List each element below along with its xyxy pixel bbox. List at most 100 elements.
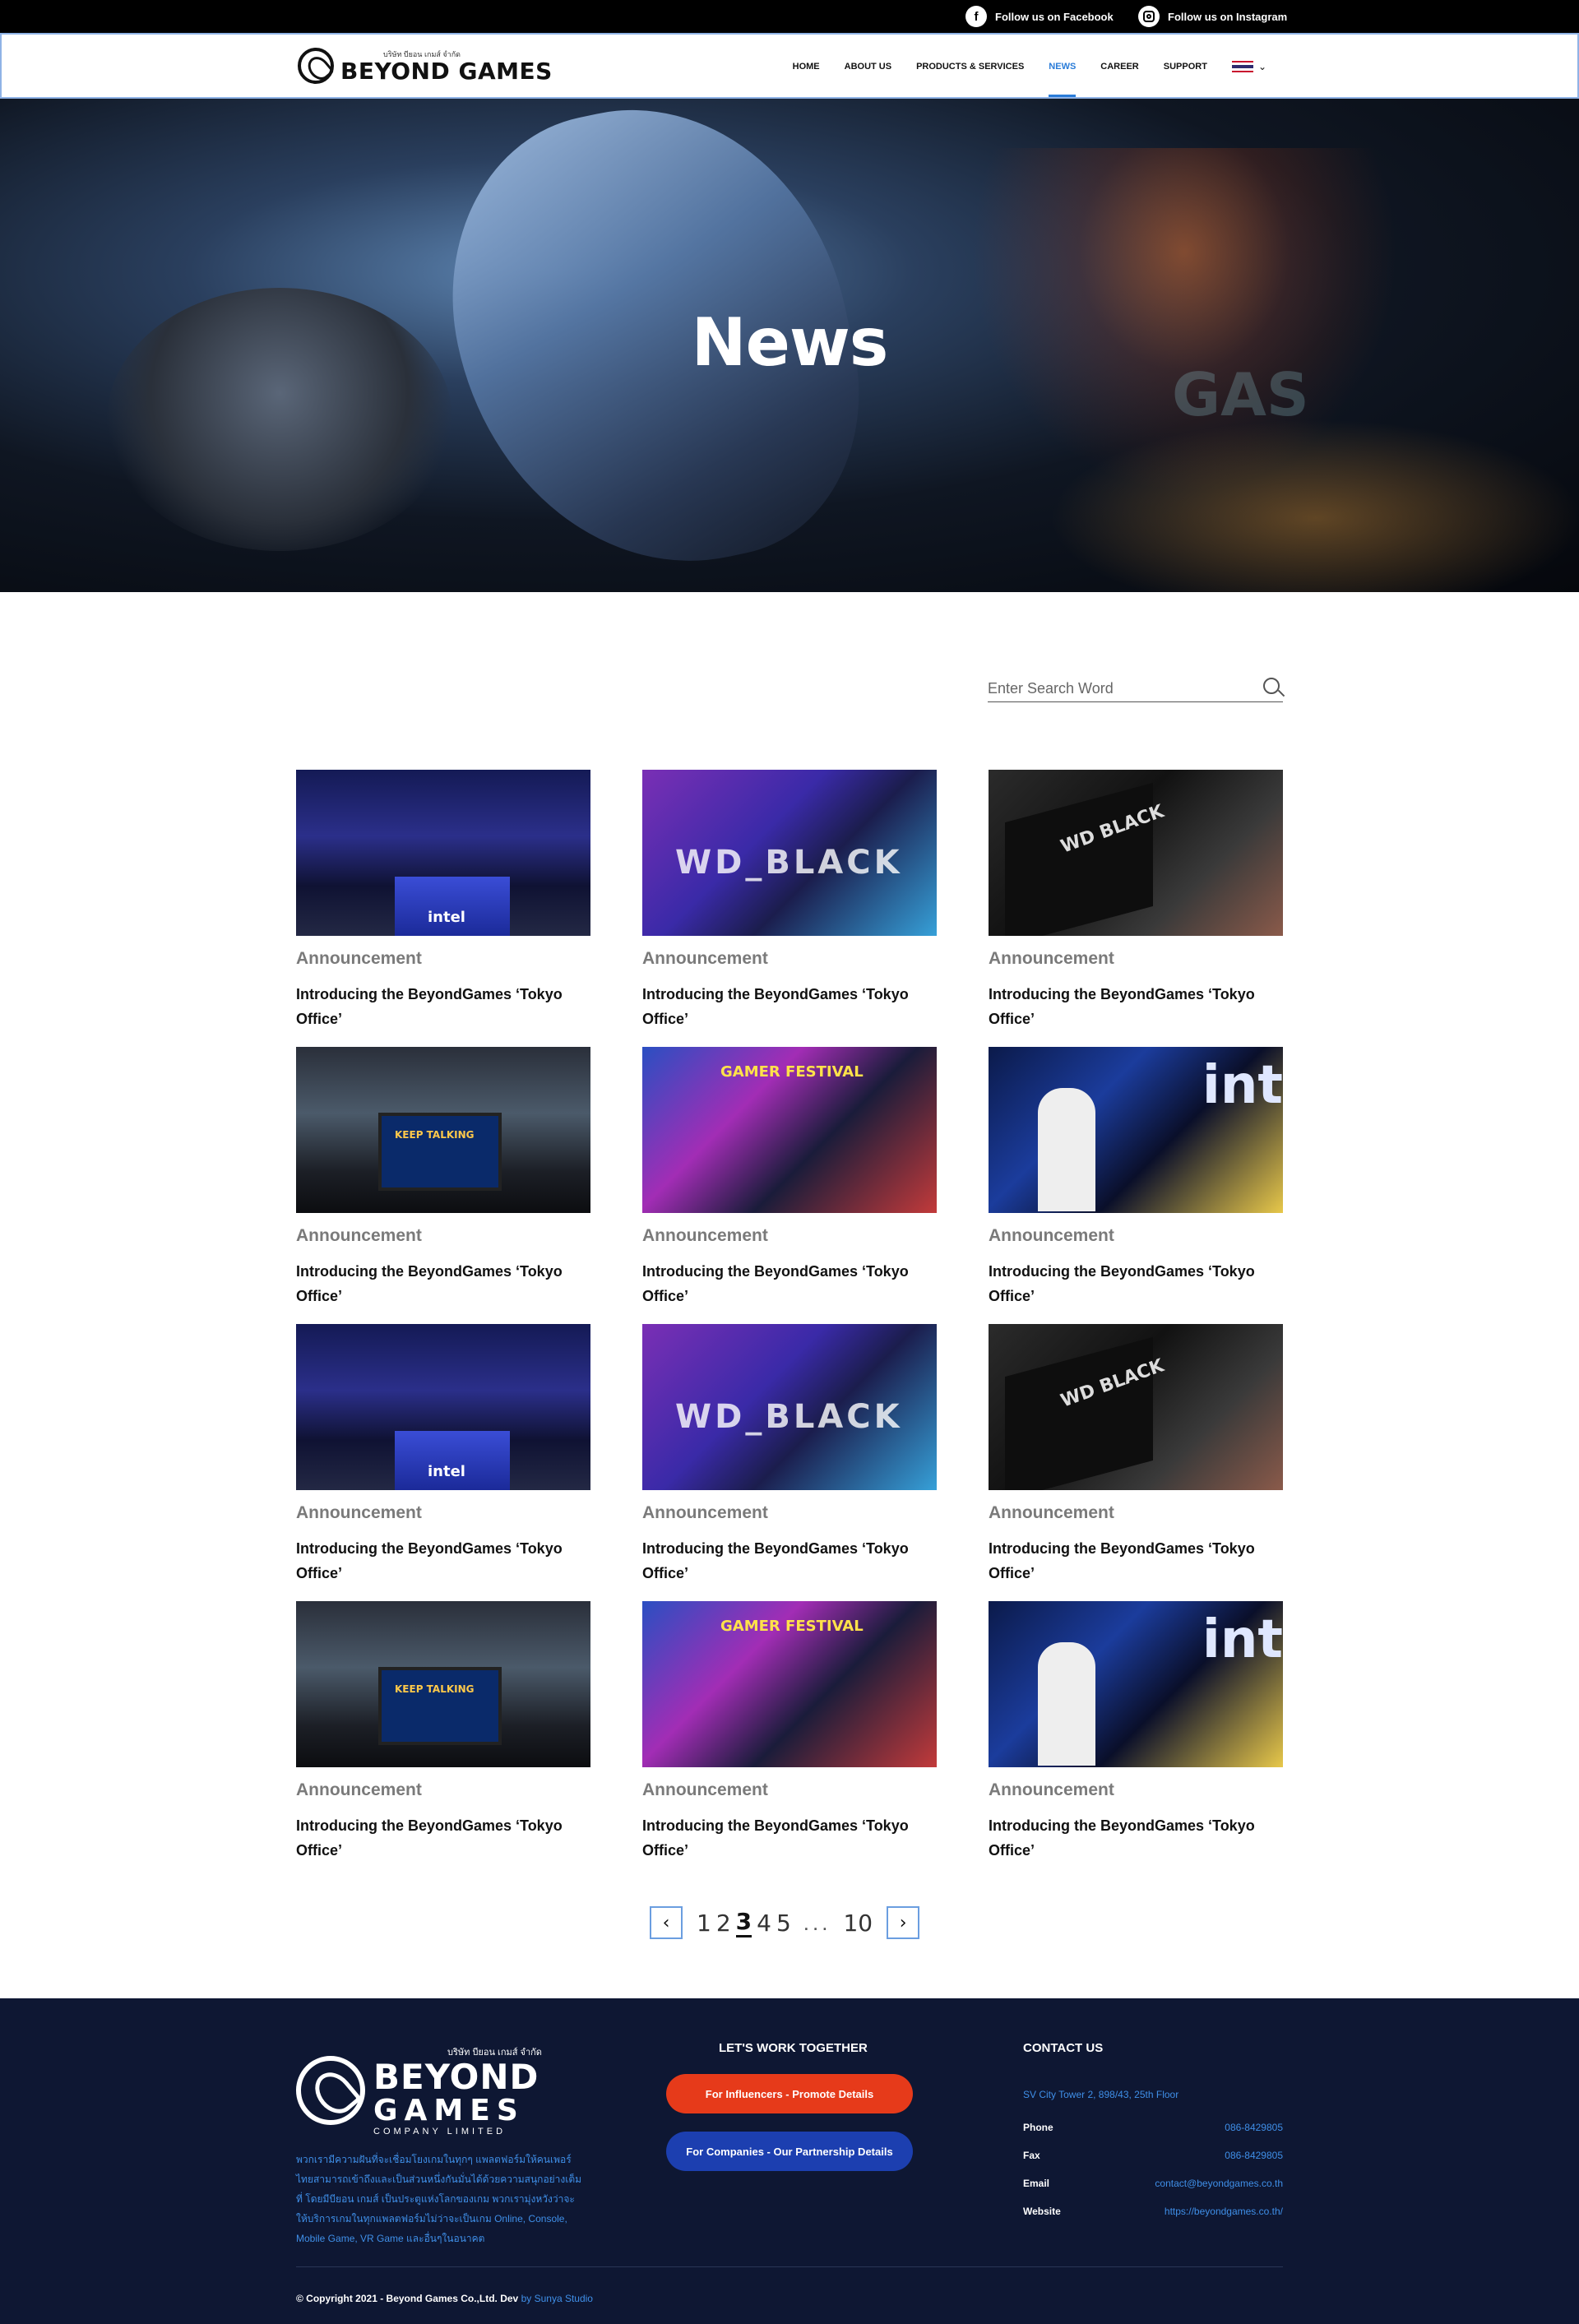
news-category: Announcement xyxy=(642,1503,768,1522)
news-title[interactable]: Introducing the BeyondGames ‘Tokyo Offic… xyxy=(296,1259,590,1308)
contact-row: Website https://beyondgames.co.th/ xyxy=(1023,2206,1283,2217)
nav-products-services[interactable]: PRODUCTS & SERVICES xyxy=(916,35,1024,99)
news-card[interactable]: WD_BLACK Announcement Introducing the Be… xyxy=(642,1324,937,1601)
news-title[interactable]: Introducing the BeyondGames ‘Tokyo Offic… xyxy=(989,1536,1283,1586)
news-thumbnail[interactable]: GAMER FESTIVAL xyxy=(642,1601,937,1767)
email-link[interactable]: contact@beyondgames.co.th xyxy=(1155,2178,1283,2189)
nav-about-us[interactable]: ABOUT US xyxy=(845,35,891,99)
news-title[interactable]: Introducing the BeyondGames ‘Tokyo Offic… xyxy=(296,1536,590,1586)
search-icon[interactable] xyxy=(1263,678,1280,694)
page-link[interactable]: 2 xyxy=(716,1910,731,1937)
news-card[interactable]: GAMER FESTIVAL Announcement Introducing … xyxy=(642,1047,937,1324)
news-card[interactable]: int Announcement Introducing the BeyondG… xyxy=(989,1601,1283,1878)
news-category: Announcement xyxy=(296,949,422,968)
footer-logo[interactable]: บริษัท บียอน เกมส์ จำกัด BEYOND GAMES CO… xyxy=(296,2044,542,2137)
contact-row: Phone 086-8429805 xyxy=(1023,2122,1283,2133)
footer-description: พวกเรามีความฝันที่จะเชื่อมโยงเกมในทุกๆ แ… xyxy=(296,2154,582,2244)
news-title[interactable]: Introducing the BeyondGames ‘Tokyo Offic… xyxy=(642,1259,937,1308)
site-footer: บริษัท บียอน เกมส์ จำกัด BEYOND GAMES CO… xyxy=(0,1998,1579,2324)
thumb-text: intel xyxy=(428,1463,465,1480)
instagram-icon xyxy=(1138,6,1160,27)
instagram-link[interactable]: Follow us on Instagram xyxy=(1138,6,1287,27)
news-card[interactable]: intel Announcement Introducing the Beyon… xyxy=(296,770,590,1047)
pagination: ‹ 1 2 3 4 5 ... 10 › xyxy=(650,1905,920,1940)
news-title[interactable]: Introducing the BeyondGames ‘Tokyo Offic… xyxy=(989,1259,1283,1308)
news-category: Announcement xyxy=(296,1503,422,1522)
chevron-left-icon[interactable]: ‹ xyxy=(650,1906,683,1939)
copyright-text: © Copyright 2021 - Beyond Games Co.,Ltd.… xyxy=(296,2293,519,2304)
page-link[interactable]: 5 xyxy=(776,1910,791,1937)
news-card[interactable]: int Announcement Introducing the BeyondG… xyxy=(989,1047,1283,1324)
contact-row: Email contact@beyondgames.co.th xyxy=(1023,2178,1283,2189)
news-thumbnail[interactable]: intel xyxy=(296,770,590,936)
thumb-text: intel xyxy=(428,909,465,926)
news-thumbnail[interactable]: WD BLACK xyxy=(989,770,1283,936)
footer-divider xyxy=(296,2266,1283,2267)
facebook-icon: f xyxy=(965,6,987,27)
news-category: Announcement xyxy=(642,1780,768,1799)
header-logo[interactable]: บริษัท บียอน เกมส์ จำกัด BEYOND GAMES xyxy=(298,48,553,84)
news-title[interactable]: Introducing the BeyondGames ‘Tokyo Offic… xyxy=(989,1813,1283,1863)
nav-career[interactable]: CAREER xyxy=(1100,35,1138,99)
thumb-text: GAMER FESTIVAL xyxy=(720,1063,864,1081)
work-together-title: LET'S WORK TOGETHER xyxy=(719,2041,868,2055)
nav-home[interactable]: HOME xyxy=(793,35,820,99)
hero-glow-lower xyxy=(1028,411,1579,592)
hero-banner: GAS News xyxy=(0,99,1579,592)
footer-logo-mark-icon xyxy=(296,2056,365,2125)
companies-button[interactable]: For Companies - Our Partnership Details xyxy=(666,2132,913,2171)
news-card[interactable]: intel Announcement Introducing the Beyon… xyxy=(296,1324,590,1601)
news-thumbnail[interactable]: KEEP TALKING xyxy=(296,1047,590,1213)
news-thumbnail[interactable]: intel xyxy=(296,1324,590,1490)
news-thumbnail[interactable]: WD_BLACK xyxy=(642,770,937,936)
news-thumbnail[interactable]: GAMER FESTIVAL xyxy=(642,1047,937,1213)
news-thumbnail[interactable]: KEEP TALKING xyxy=(296,1601,590,1767)
news-card[interactable]: WD BLACK Announcement Introducing the Be… xyxy=(989,770,1283,1047)
website-link[interactable]: https://beyondgames.co.th/ xyxy=(1165,2206,1283,2217)
thumb-text: int xyxy=(1202,1609,1283,1670)
nav-support[interactable]: SUPPORT xyxy=(1164,35,1207,99)
contact-title: CONTACT US xyxy=(1023,2041,1104,2055)
news-category: Announcement xyxy=(296,1226,422,1245)
developer-link[interactable]: by Sunya Studio xyxy=(521,2293,593,2304)
fax-link[interactable]: 086-8429805 xyxy=(1225,2150,1283,2161)
thai-flag-icon xyxy=(1231,61,1253,72)
news-card[interactable]: GAMER FESTIVAL Announcement Introducing … xyxy=(642,1601,937,1878)
logo-mark-icon xyxy=(298,48,334,84)
facebook-link[interactable]: f Follow us on Facebook xyxy=(965,6,1114,27)
page-link[interactable]: 4 xyxy=(757,1910,771,1937)
news-thumbnail[interactable]: WD_BLACK xyxy=(642,1324,937,1490)
news-title[interactable]: Introducing the BeyondGames ‘Tokyo Offic… xyxy=(296,1813,590,1863)
contact-key: Phone xyxy=(1023,2122,1053,2133)
news-category: Announcement xyxy=(989,1780,1114,1799)
influencers-button[interactable]: For Influencers - Promote Details xyxy=(666,2074,913,2113)
nav-news[interactable]: NEWS xyxy=(1049,35,1077,99)
main-nav: HOME ABOUT US PRODUCTS & SERVICES NEWS C… xyxy=(793,35,1266,99)
news-title[interactable]: Introducing the BeyondGames ‘Tokyo Offic… xyxy=(989,982,1283,1031)
news-search xyxy=(988,674,1283,702)
page-link[interactable]: 1 xyxy=(697,1910,711,1937)
language-selector[interactable]: ⌄ xyxy=(1231,61,1266,72)
news-category: Announcement xyxy=(989,1503,1114,1522)
footer-logo-company: COMPANY LIMITED xyxy=(373,2127,507,2137)
contact-key: Website xyxy=(1023,2206,1061,2217)
page-link-current[interactable]: 3 xyxy=(735,1908,752,1937)
news-card[interactable]: KEEP TALKING Announcement Introducing th… xyxy=(296,1047,590,1324)
news-title[interactable]: Introducing the BeyondGames ‘Tokyo Offic… xyxy=(296,982,590,1031)
news-title[interactable]: Introducing the BeyondGames ‘Tokyo Offic… xyxy=(642,1536,937,1586)
search-input[interactable] xyxy=(988,674,1251,702)
chevron-right-icon[interactable]: › xyxy=(887,1906,920,1939)
thumb-text: WD_BLACK xyxy=(675,1398,903,1436)
news-thumbnail[interactable]: int xyxy=(989,1047,1283,1213)
news-thumbnail[interactable]: WD BLACK xyxy=(989,1324,1283,1490)
news-card[interactable]: KEEP TALKING Announcement Introducing th… xyxy=(296,1601,590,1878)
phone-link[interactable]: 086-8429805 xyxy=(1225,2122,1283,2133)
news-thumbnail[interactable]: int xyxy=(989,1601,1283,1767)
page-link-last[interactable]: 10 xyxy=(843,1910,873,1937)
contact-row: Fax 086-8429805 xyxy=(1023,2150,1283,2161)
top-bar: f Follow us on Facebook Follow us on Ins… xyxy=(0,0,1579,33)
news-title[interactable]: Introducing the BeyondGames ‘Tokyo Offic… xyxy=(642,1813,937,1863)
news-title[interactable]: Introducing the BeyondGames ‘Tokyo Offic… xyxy=(642,982,937,1031)
news-card[interactable]: WD_BLACK Announcement Introducing the Be… xyxy=(642,770,937,1047)
news-card[interactable]: WD BLACK Announcement Introducing the Be… xyxy=(989,1324,1283,1601)
